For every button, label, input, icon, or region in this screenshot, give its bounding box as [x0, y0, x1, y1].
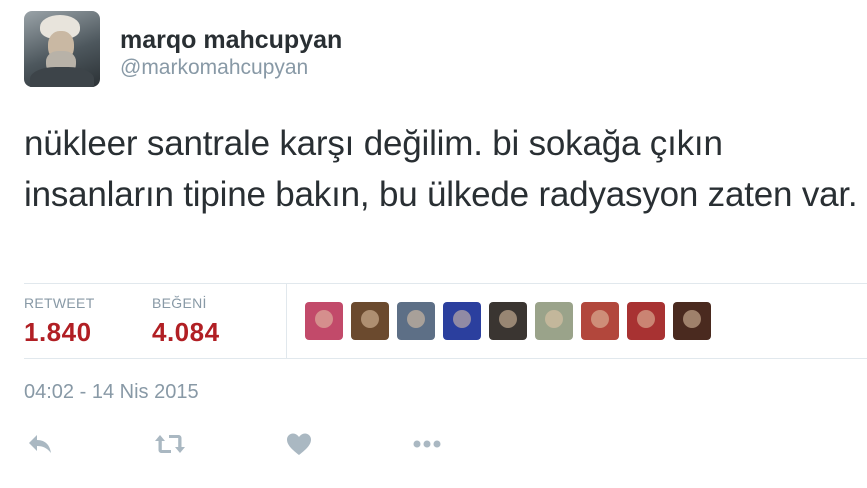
liker-avatar-8[interactable]: [627, 301, 665, 340]
liker-avatar-2[interactable]: [351, 301, 389, 340]
reply-button[interactable]: [24, 428, 56, 460]
reply-icon: [29, 435, 51, 453]
liker-avatar-4[interactable]: [443, 301, 481, 340]
liker-avatar-9[interactable]: [673, 301, 711, 340]
avatar-robe: [30, 67, 94, 87]
like-button[interactable]: [283, 428, 315, 460]
liker-avatar-6[interactable]: [535, 301, 573, 340]
more-button[interactable]: [411, 428, 443, 460]
more-icon: [413, 440, 441, 448]
display-name[interactable]: marqo mahcupyan: [120, 25, 342, 55]
divider-bottom: [24, 358, 867, 359]
like-stat[interactable]: BEĞENİ 4.084: [152, 294, 286, 348]
stats-separator: [286, 283, 287, 358]
tweet-header: marqo mahcupyan @markomahcupyan: [24, 11, 342, 87]
user-handle[interactable]: @markomahcupyan: [120, 55, 342, 81]
retweet-stat[interactable]: RETWEET 1.840: [24, 294, 152, 348]
liker-avatar-1[interactable]: [305, 301, 343, 340]
liker-avatars: [305, 301, 711, 340]
liker-avatar-7[interactable]: [581, 301, 619, 340]
tweet-text: nükleer santrale karşı değilim. bi sokağ…: [24, 124, 858, 214]
retweet-icon: [155, 435, 185, 453]
liker-avatar-3[interactable]: [397, 301, 435, 340]
heart-icon: [287, 433, 311, 455]
tweet-stats: RETWEET 1.840 BEĞENİ 4.084: [24, 283, 867, 358]
tweet-actions: [24, 428, 443, 460]
retweet-button[interactable]: [154, 428, 186, 460]
retweet-count: 1.840: [24, 316, 92, 347]
user-names: marqo mahcupyan @markomahcupyan: [120, 25, 342, 81]
user-avatar[interactable]: [24, 11, 100, 87]
like-label: BEĞENİ: [152, 294, 207, 311]
retweet-label: RETWEET: [24, 294, 95, 311]
like-count: 4.084: [152, 316, 220, 347]
tweet-timestamp[interactable]: 04:02 - 14 Nis 2015: [24, 379, 199, 405]
liker-avatar-5[interactable]: [489, 301, 527, 340]
